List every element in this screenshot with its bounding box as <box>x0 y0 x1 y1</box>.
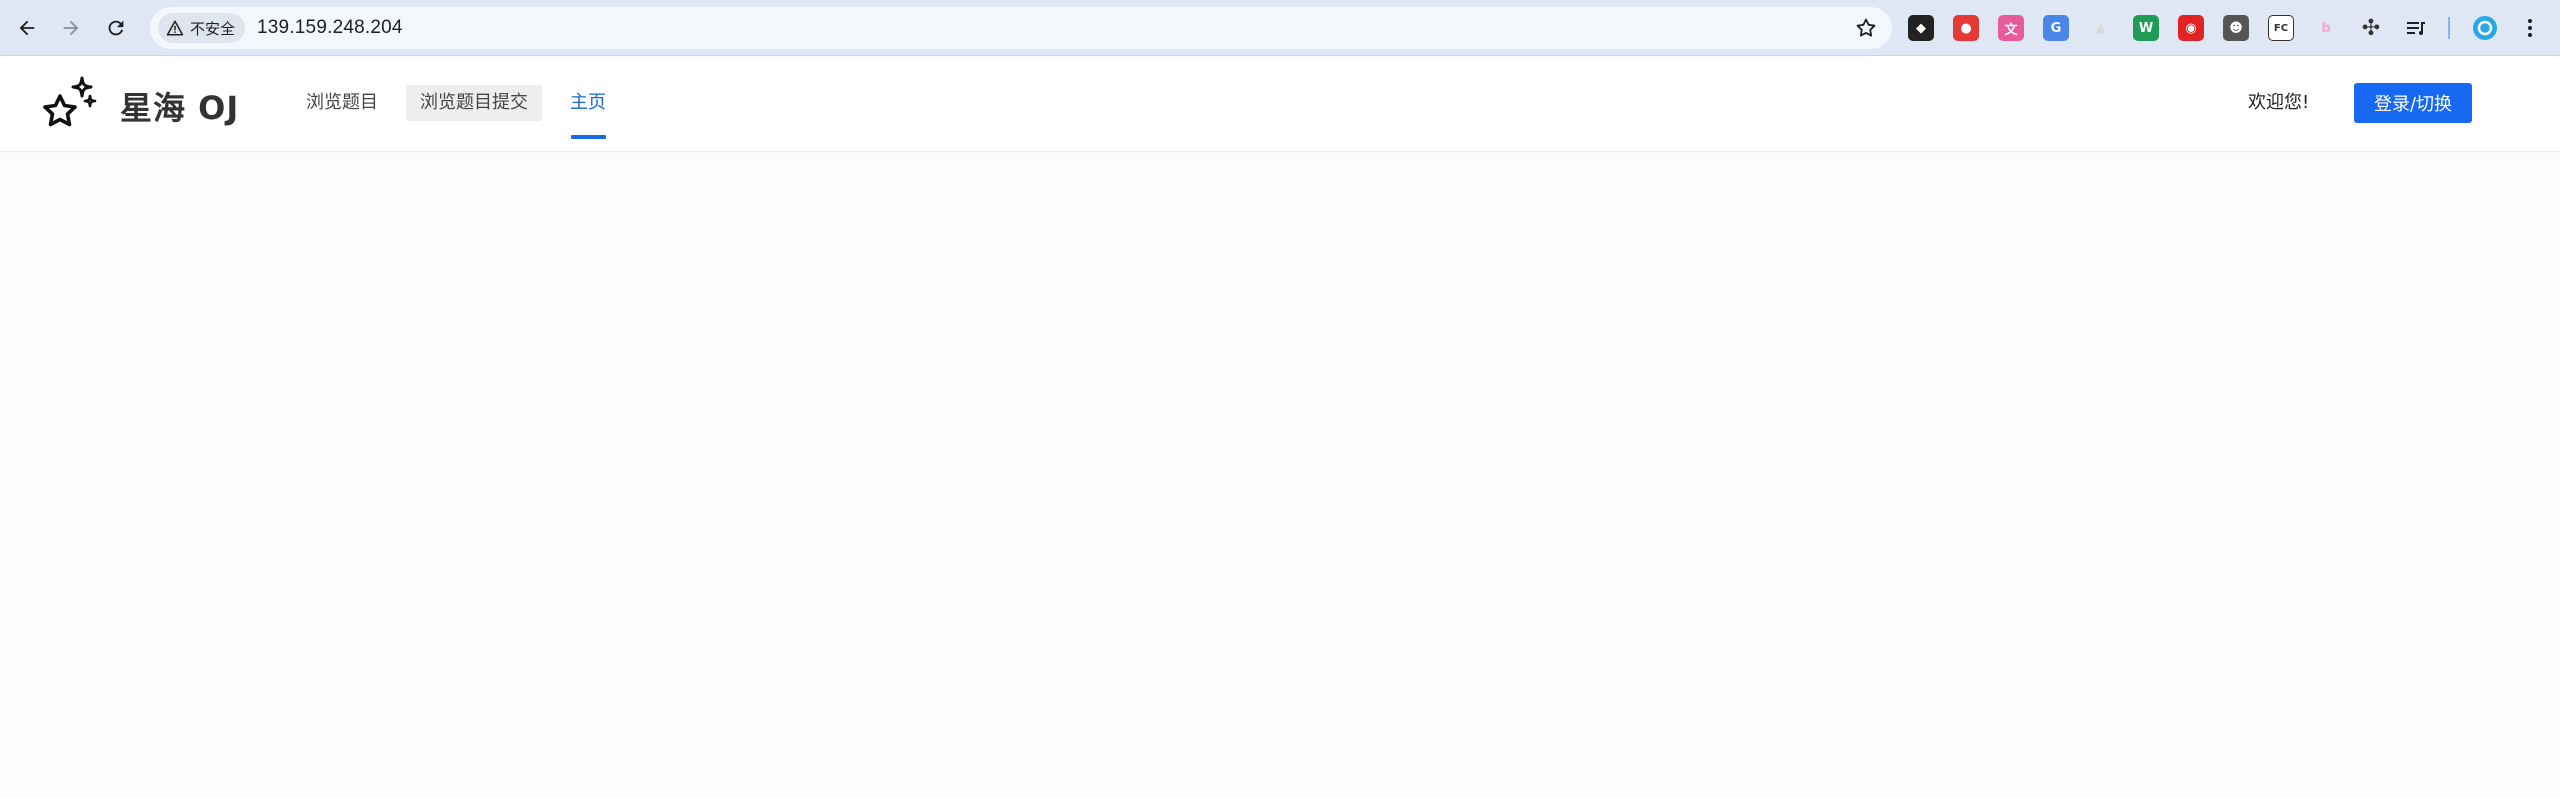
menu-browse-problems[interactable]: 浏览题目 <box>292 85 392 121</box>
extensions-bar: ◆ ● 文 G ▲ W ◉ ☻ FC b ✣ <box>1908 12 2560 44</box>
extension-triangle-icon[interactable]: ▲ <box>2088 15 2114 41</box>
forward-button[interactable] <box>55 12 87 44</box>
extension-red-drop-icon[interactable]: ◉ <box>2178 15 2204 41</box>
site-header: 星海 OJ 浏览题目 浏览题目提交 主页 欢迎您! 登录/切换 <box>0 57 2560 152</box>
browser-toolbar: 不安全 139.159.248.204 ◆ ● 文 G ▲ W ◉ ☻ FC b ✣ <box>0 0 2560 56</box>
extensions-puzzle-icon[interactable]: ✣ <box>2358 15 2384 41</box>
address-bar[interactable]: 不安全 139.159.248.204 <box>150 7 1892 49</box>
bookmark-star-icon[interactable] <box>1854 16 1878 40</box>
extension-ninja-icon[interactable]: ◆ <box>1908 15 1934 41</box>
menu-browse-submissions[interactable]: 浏览题目提交 <box>406 85 542 121</box>
extension-google-translate-icon[interactable]: G <box>2043 15 2069 41</box>
extension-fc-icon[interactable]: FC <box>2268 15 2294 41</box>
extension-red-face-icon[interactable]: ● <box>1953 15 1979 41</box>
site-info-button[interactable]: 不安全 <box>158 13 246 43</box>
url-text[interactable]: 139.159.248.204 <box>257 17 403 39</box>
chrome-menu-icon[interactable] <box>2517 15 2543 41</box>
reload-icon <box>108 20 124 36</box>
arrow-right-icon <box>63 20 79 36</box>
security-label: 不安全 <box>190 19 236 38</box>
profile-avatar-icon[interactable] <box>2472 15 2498 41</box>
warning-triangle-icon <box>166 20 184 36</box>
login-switch-button[interactable]: 登录/切换 <box>2354 83 2472 123</box>
arrow-left-icon <box>19 20 35 36</box>
extension-spy-icon[interactable]: ☻ <box>2223 15 2249 41</box>
welcome-text: 欢迎您! <box>2248 92 2310 113</box>
reading-list-icon[interactable] <box>2403 15 2429 41</box>
page-content <box>0 153 2560 798</box>
extension-w-icon[interactable]: W <box>2133 15 2159 41</box>
reload-button[interactable] <box>100 12 132 44</box>
back-button[interactable] <box>11 12 43 44</box>
extension-bing-icon[interactable]: b <box>2313 15 2339 41</box>
extension-translate-pink-icon[interactable]: 文 <box>1998 15 2024 41</box>
active-menu-indicator <box>571 135 606 139</box>
toolbar-separator <box>2448 17 2450 39</box>
sparkle-star-logo-icon[interactable] <box>38 72 100 134</box>
site-brand[interactable]: 星海 OJ <box>120 83 239 129</box>
menu-home[interactable]: 主页 <box>556 85 620 121</box>
